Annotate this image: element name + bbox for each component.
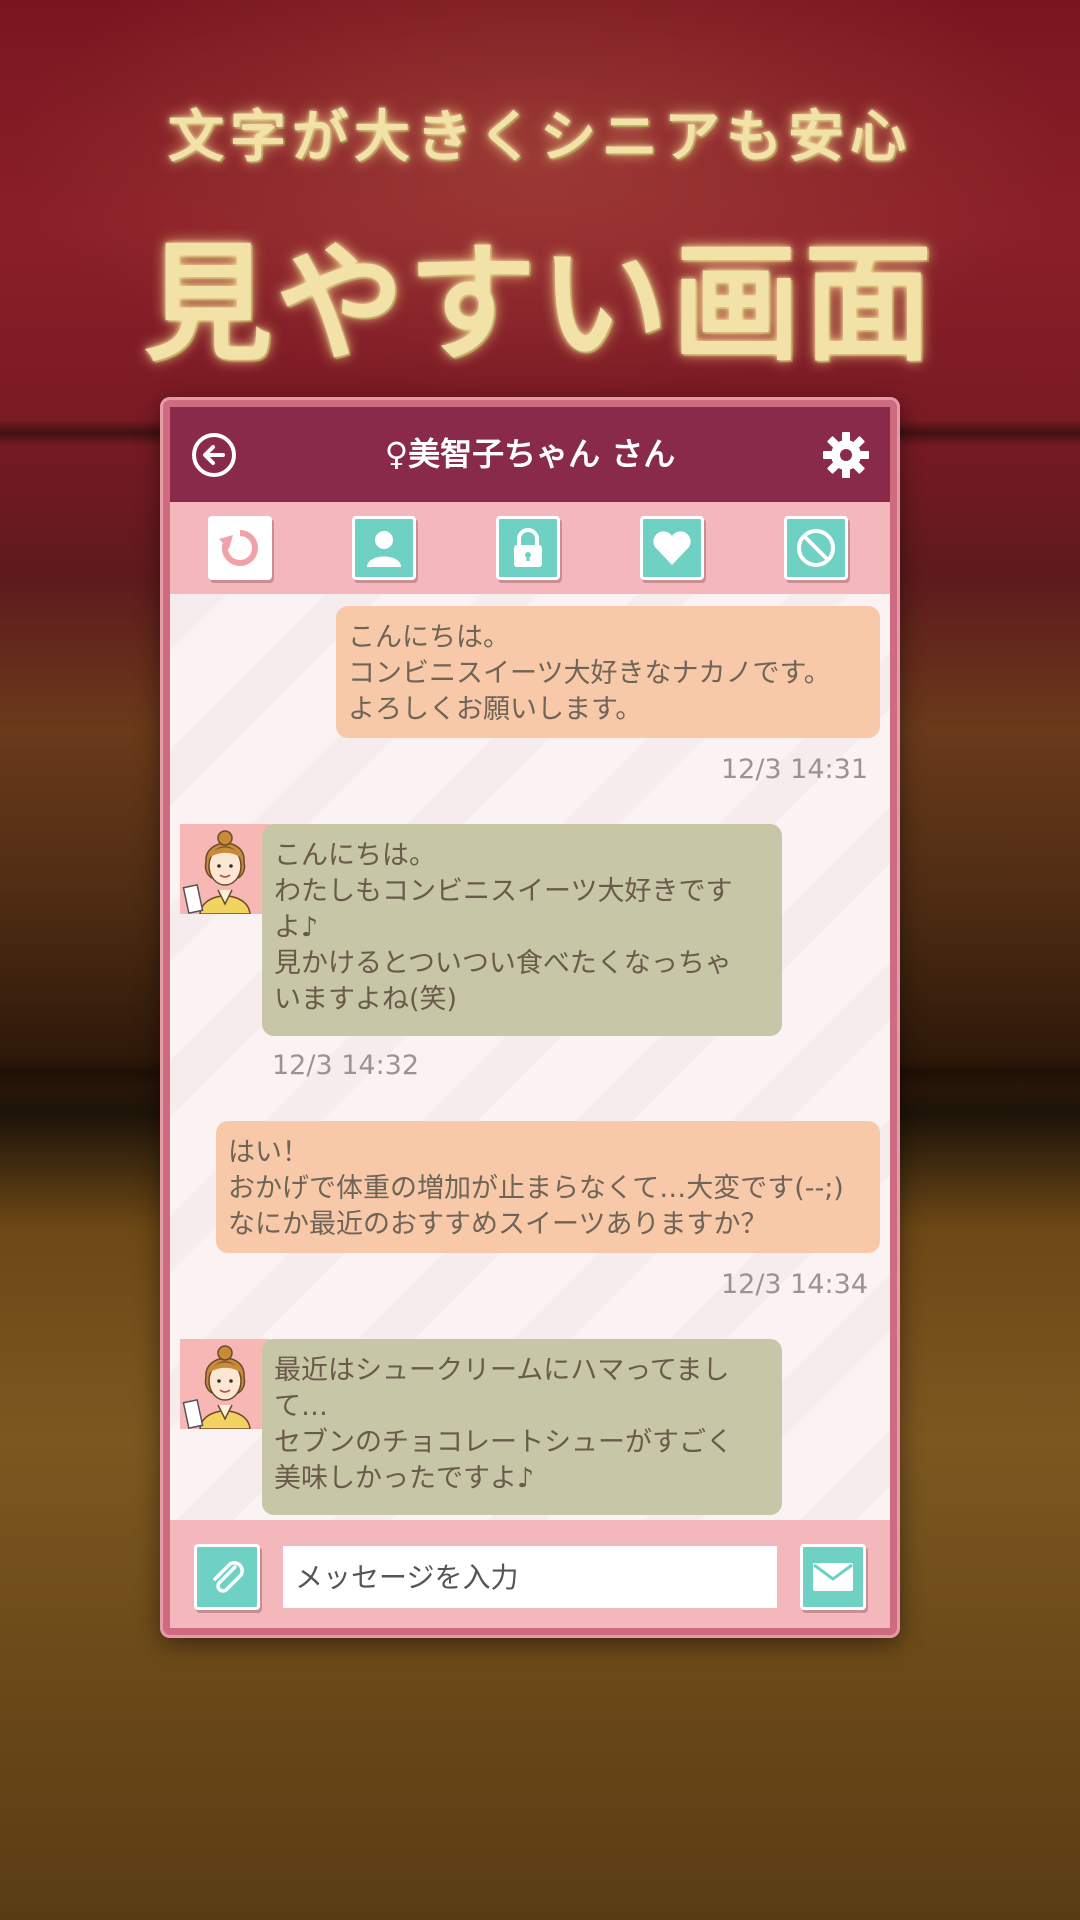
- gear-icon: [823, 432, 869, 478]
- back-arrow-icon: [192, 433, 236, 477]
- chat-header: ♀美智子ちゃん さん: [170, 407, 890, 502]
- block-icon: [797, 529, 835, 567]
- block-button[interactable]: [784, 516, 848, 580]
- lock-button[interactable]: [496, 516, 560, 580]
- chat-screen: ♀美智子ちゃん さん こんにちは。 コンビニスイーツ大好きなナカノです。 よろし…: [170, 407, 890, 1628]
- profile-button[interactable]: [352, 516, 416, 580]
- paperclip-icon: [213, 1561, 244, 1593]
- message-input[interactable]: [283, 1546, 777, 1608]
- message-timestamp: 12/3 14:34: [720, 1269, 868, 1300]
- woman-avatar-icon: [180, 1339, 270, 1429]
- back-button[interactable]: [186, 427, 242, 483]
- favorite-button[interactable]: [640, 516, 704, 580]
- envelope-icon: [813, 1563, 853, 1591]
- action-toolbar: [170, 502, 890, 594]
- promo-title: 見やすい画面: [143, 229, 936, 379]
- message-timestamp: 12/3 14:31: [720, 754, 868, 785]
- lock-icon: [514, 528, 542, 567]
- phone-frame: ♀美智子ちゃん さん こんにちは。 コンビニスイーツ大好きなナカノです。 よろし…: [160, 397, 900, 1638]
- chat-partner-name: ♀美智子ちゃん さん: [384, 435, 676, 473]
- profile-icon: [367, 531, 401, 567]
- message-bubble-received: 最近はシュークリームにハマってまし て… セブンのチョコレートシューがすごく 美…: [262, 1339, 782, 1515]
- send-button[interactable]: [800, 1544, 866, 1610]
- refresh-button[interactable]: [208, 516, 272, 580]
- heart-icon: [653, 531, 691, 565]
- attach-button[interactable]: [194, 1544, 260, 1610]
- settings-button[interactable]: [818, 427, 874, 483]
- promo-subtitle: 文字が大きくシニアも安心: [168, 105, 912, 170]
- message-bubble-sent: はい！ おかげで体重の増加が止まらなくて…大変です(--;) なにか最近のおすす…: [216, 1121, 880, 1253]
- message-bubble-received: こんにちは。 わたしもコンビニスイーツ大好きです よ♪ 見かけるとついつい食べた…: [262, 824, 782, 1036]
- refresh-icon: [219, 530, 258, 566]
- message-timestamp: 12/3 14:32: [272, 1050, 420, 1081]
- avatar[interactable]: [180, 1339, 270, 1429]
- avatar[interactable]: [180, 824, 270, 914]
- message-input-bar: [170, 1520, 890, 1628]
- message-list: こんにちは。 コンビニスイーツ大好きなナカノです。 よろしくお願いします。 12…: [170, 594, 890, 1520]
- message-bubble-sent: こんにちは。 コンビニスイーツ大好きなナカノです。 よろしくお願いします。: [336, 606, 880, 738]
- woman-avatar-icon: [180, 824, 270, 914]
